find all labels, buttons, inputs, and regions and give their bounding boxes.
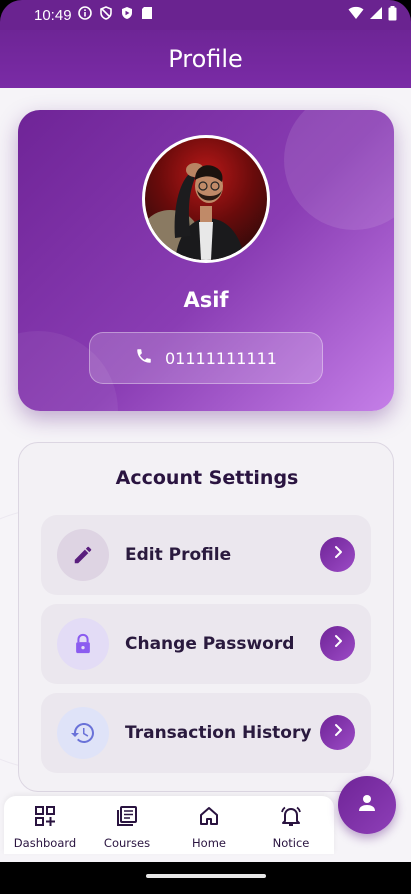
shield-icon [99,6,113,24]
nav-label-courses: Courses [103,836,151,850]
screen: 10:49 Profile Asif 01111111111 Account S… [0,0,411,894]
lock-icon [57,618,109,670]
profile-card: Asif 01111111111 [18,110,394,411]
change-password-chevron-button[interactable] [320,626,355,661]
account-settings-title: Account Settings [115,467,299,489]
phone-number-pill[interactable]: 01111111111 [89,332,323,384]
bottom-navigation: Dashboard Courses Home Notice [4,796,334,854]
page-title: Profile [168,45,243,73]
person-icon [357,793,377,818]
main-content: Asif 01111111111 Account Settings Edit P… [0,88,411,862]
transaction-history-chevron-button[interactable] [320,715,355,750]
profile-fab-button[interactable] [338,776,396,834]
edit-pencil-icon [57,529,109,581]
transaction-history-row[interactable]: Transaction History [41,693,371,773]
nav-item-courses[interactable]: Courses [86,796,168,854]
app-bar: Profile [0,30,411,88]
wifi-icon [348,6,364,24]
edit-profile-label: Edit Profile [125,545,232,565]
nav-item-home[interactable]: Home [168,796,250,854]
chevron-right-icon [331,634,345,653]
dashboard-icon [34,805,56,832]
play-protect-icon [120,6,134,24]
change-password-row[interactable]: Change Password [41,604,371,684]
home-gesture-handle[interactable] [146,874,266,878]
profile-name: Asif [183,288,229,312]
status-time: 10:49 [34,6,72,24]
history-icon [57,707,109,759]
home-icon [198,805,220,832]
gesture-bar [0,862,411,894]
edit-profile-chevron-button[interactable] [320,537,355,572]
change-password-label: Change Password [125,634,295,654]
decorative-circle [284,110,394,230]
phone-icon [135,347,153,369]
chevron-right-icon [331,723,345,742]
chevron-right-icon [331,545,345,564]
avatar[interactable] [145,138,267,260]
courses-icon [116,805,138,832]
bell-icon [280,805,302,832]
transaction-history-label: Transaction History [125,723,312,743]
nav-item-dashboard[interactable]: Dashboard [4,796,86,854]
info-icon [77,6,92,24]
nav-label-notice: Notice [272,836,310,850]
nav-label-dashboard: Dashboard [13,836,77,850]
nav-label-home: Home [192,836,226,850]
nav-item-notice[interactable]: Notice [250,796,332,854]
account-settings-card: Account Settings Edit Profile Change Pas… [18,442,394,792]
battery-icon [388,5,397,25]
status-bar: 10:49 [0,0,411,30]
signal-icon [369,6,383,24]
phone-number: 01111111111 [165,348,277,368]
avatar-ring[interactable] [142,135,270,263]
edit-profile-row[interactable]: Edit Profile [41,515,371,595]
sd-card-icon [141,6,153,24]
